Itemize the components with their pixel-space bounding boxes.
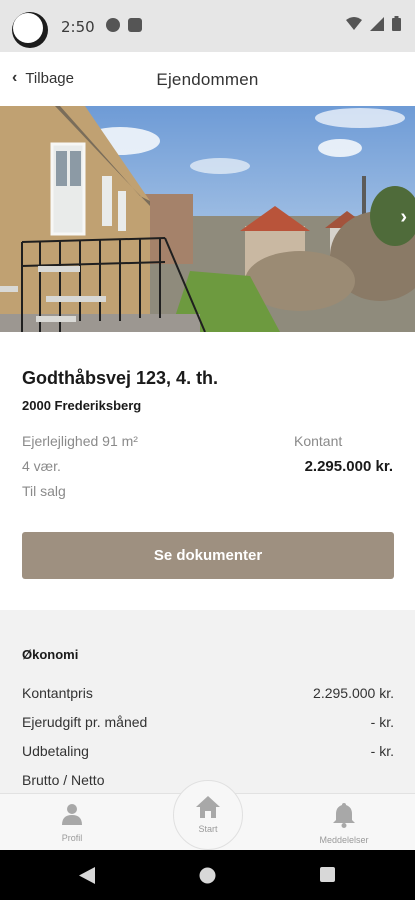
price-label: Kontant (294, 433, 343, 449)
nav-messages-label: Meddelelser (319, 835, 369, 845)
property-photo-image (0, 106, 415, 332)
nav-profile[interactable]: Profil (27, 802, 117, 843)
bell-icon (333, 803, 355, 828)
next-photo-icon[interactable]: › (400, 206, 407, 229)
home-icon (196, 796, 220, 818)
economy-row-label: Udbetaling (22, 743, 89, 759)
economy-row-value: - kr. (370, 714, 394, 730)
property-info: Godthåbsvej 123, 4. th. 2000 Frederiksbe… (0, 332, 415, 610)
app-header: ‹ Tilbage Ejendommen (0, 52, 415, 106)
nav-start-label: Start (198, 824, 218, 834)
see-documents-button[interactable]: Se dokumenter (22, 532, 394, 579)
price-value: 2.295.000 kr. (304, 458, 393, 475)
nav-profile-label: Profil (61, 833, 83, 843)
economy-row-value: 2.295.000 kr. (313, 685, 394, 701)
status-right (346, 16, 401, 31)
economy-row-label: Kontantpris (22, 685, 93, 701)
battery-icon (392, 16, 401, 31)
economy-row-value: - kr. (370, 743, 394, 759)
page-title: Ejendommen (156, 70, 259, 89)
status-notification-icons (106, 18, 142, 32)
economy-row: Ejerudgift pr. måned - kr. (22, 714, 394, 730)
economy-row: Udbetaling - kr. (22, 743, 394, 759)
android-back-icon[interactable] (79, 867, 95, 884)
android-nav-bar (0, 850, 415, 900)
wifi-icon (346, 16, 362, 30)
nav-start[interactable]: Start (173, 780, 243, 850)
property-address: Godthåbsvej 123, 4. th. (22, 368, 219, 388)
economy-row-label: Ejerudgift pr. måned (22, 714, 148, 730)
status-bar: 2:50 (0, 0, 415, 52)
sim-card-icon (128, 18, 142, 32)
android-home-icon[interactable] (199, 867, 216, 884)
property-postal: 2000 Frederiksberg (22, 398, 142, 413)
android-recents-icon[interactable] (320, 867, 335, 882)
status-time: 2:50 (61, 18, 95, 36)
property-photo[interactable]: › (0, 106, 415, 332)
signal-icon (370, 16, 384, 31)
app-notification-icon (106, 18, 120, 32)
property-status: Til salg (22, 483, 66, 499)
economy-title: Økonomi (22, 647, 79, 662)
property-rooms: 4 vær. (22, 458, 61, 474)
notification-blob-icon (12, 12, 48, 48)
economy-row: Kontantpris 2.295.000 kr. (22, 685, 394, 701)
property-type-size: Ejerlejlighed 91 m² (22, 433, 138, 449)
nav-messages[interactable]: Meddelelser (299, 802, 389, 845)
person-icon (62, 804, 82, 825)
economy-row-label: Brutto / Netto (22, 772, 105, 788)
